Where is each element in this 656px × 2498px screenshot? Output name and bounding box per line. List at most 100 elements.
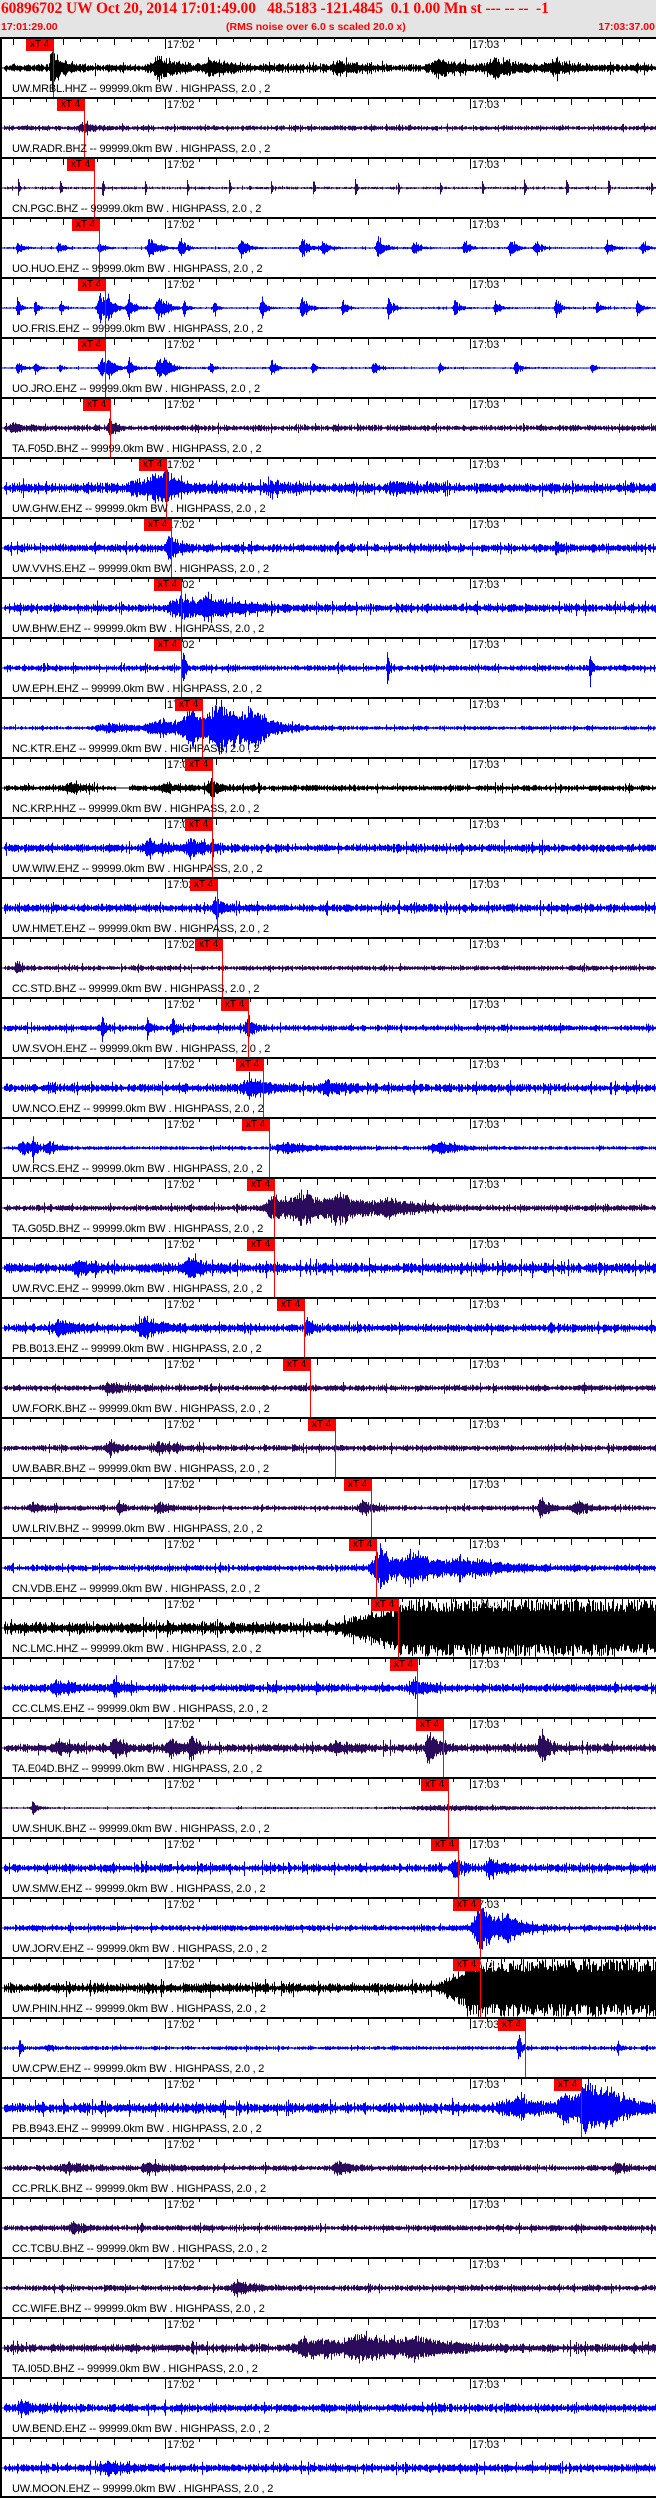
trace-panel: 17:02 17:03 xT 4 UW.RADR.BHZ -- 99999.0km B… [2, 97, 656, 158]
pick-marker[interactable]: xT 4 [308, 1419, 335, 1431]
pick-marker[interactable]: xT 4 [283, 1359, 310, 1371]
waveform-trace [2, 1381, 656, 1396]
pick-marker[interactable]: xT 4 [83, 399, 110, 411]
waveform-trace [2, 2221, 656, 2235]
pick-marker[interactable]: xT 4 [498, 2019, 525, 2031]
trace-panel: 17:02 17:03 TA.I05D.BHZ -- 99999.0km BW . … [2, 2317, 656, 2377]
trace-panel: 17:02 17:03 xT 4 UO.HUO.EHZ -- 99999.0km BW… [2, 217, 656, 278]
minute-label: 17:02 [166, 2319, 195, 2331]
minute-label: 17:02 [166, 2019, 195, 2031]
waveform-trace [2, 1728, 656, 1764]
pick-marker[interactable]: xT 4 [431, 1839, 458, 1851]
minute-label: 17:03 [471, 459, 500, 471]
pick-marker[interactable]: xT 4 [416, 1719, 443, 1731]
pick-marker[interactable]: xT 4 [57, 99, 84, 111]
pick-marker[interactable]: xT 4 [247, 1179, 274, 1191]
pick-marker[interactable]: xT 4 [221, 999, 248, 1011]
waveform-trace [2, 896, 656, 920]
minute-label: 17:02 [166, 999, 195, 1011]
pick-marker[interactable]: xT 4 [78, 339, 105, 351]
waveform-trace [2, 1253, 656, 1279]
station-label: CC.CLMS.EHZ -- 99999.0km BW . HIGHPASS, … [12, 1703, 268, 1715]
minute-label: 17:03 [471, 2259, 500, 2271]
minute-label: 17:02 [166, 2259, 195, 2271]
minute-label: 17:03 [471, 1059, 500, 1071]
pick-marker[interactable]: xT 4 [236, 1059, 263, 1071]
minute-label: 17:02 [166, 1179, 195, 1191]
station-label: UO.FRIS.EHZ -- 99999.0km BW . HIGHPASS, … [12, 323, 263, 335]
pick-marker[interactable]: xT 4 [144, 519, 171, 531]
station-label: UW.JORV.EHZ -- 99999.0km BW . HIGHPASS, … [12, 1943, 268, 1955]
station-label: UW.MOON.EHZ -- 99999.0km BW . HIGHPASS, … [12, 2483, 274, 2495]
minute-label: 17:03 [471, 2079, 500, 2091]
station-label: UW.LRIV.BHZ -- 99999.0km BW . HIGHPASS, … [12, 1523, 263, 1535]
trace-panel: 17:02 17:03 xT 4 NC.LMC.HHZ -- 99999.0km BW… [2, 1597, 656, 1658]
station-label: UW.SHUK.BHZ -- 99999.0km BW . HIGHPASS, … [12, 1823, 270, 1835]
station-label: UW.CPW.EHZ -- 99999.0km BW . HIGHPASS, 2… [12, 2063, 265, 2075]
pick-marker[interactable]: xT 4 [247, 1239, 274, 1251]
pick-marker[interactable]: xT 4 [185, 759, 212, 771]
pick-marker[interactable]: xT 4 [72, 219, 99, 231]
start-time: 17:01:29.00 [1, 21, 58, 33]
trace-panel: 17:02 17:03 xT 4 CN.PGC.BHZ -- 99999.0km BW… [2, 157, 656, 218]
pick-marker[interactable]: xT 4 [277, 1299, 304, 1311]
scaling-note: (RMS noise over 6.0 s scaled 20.0 x) [226, 21, 406, 33]
station-label: UO.JRO.EHZ -- 99999.0km BW . HIGHPASS, 2… [12, 383, 260, 395]
pick-marker[interactable]: xT 4 [371, 1599, 398, 1611]
minute-label: 17:02 [166, 2079, 195, 2091]
minute-label: 17:03 [471, 1179, 500, 1191]
trace-panel: 17:02 17:03 xT 4 PB.B013.EHZ -- 99999.0km B… [2, 1297, 656, 1358]
minute-label: 17:02 [166, 339, 195, 351]
station-label: NC.KRP.HHZ -- 99999.0km BW . HIGHPASS, 2… [12, 803, 260, 815]
trace-panel: 17:02 17:03 xT 4 NC.KRP.HHZ -- 99999.0km BW… [2, 757, 656, 818]
pick-marker[interactable]: xT 4 [349, 1539, 376, 1551]
minute-label: 17:03 [471, 2139, 500, 2151]
pick-marker[interactable]: xT 4 [453, 1899, 480, 1911]
station-label: CC.WIFE.BHZ -- 99999.0km BW . HIGHPASS, … [12, 2303, 265, 2315]
pick-marker[interactable]: xT 4 [190, 879, 217, 891]
pick-marker[interactable]: xT 4 [242, 1119, 269, 1131]
pick-marker[interactable]: xT 4 [453, 1959, 480, 1971]
pick-marker[interactable]: xT 4 [554, 2079, 581, 2091]
minute-label: 17:03 [471, 579, 500, 591]
minute-label: 17:02 [166, 99, 195, 111]
minute-label: 17:03 [471, 999, 500, 1011]
pick-marker[interactable]: xT 4 [195, 939, 222, 951]
pick-marker[interactable]: xT 4 [175, 699, 202, 711]
waveform-trace [2, 1071, 656, 1100]
waveform-trace [2, 1857, 656, 1880]
trace-panel: 17:02 17:03 xT 4 UW.HMET.EHZ -- 99999.0km B… [2, 877, 656, 938]
pick-marker[interactable]: xT 4 [67, 159, 94, 171]
station-label: PB.B013.EHZ -- 99999.0km BW . HIGHPASS, … [12, 1343, 262, 1355]
minute-label: 17:02 [166, 1299, 195, 1311]
minute-label: 17:03 [471, 1239, 500, 1251]
trace-panel: 17:02 17:03 UW.BEND.EHZ -- 99999.0km BW . … [2, 2377, 656, 2437]
pick-marker[interactable]: xT 4 [154, 639, 181, 651]
pick-marker[interactable]: xT 4 [154, 579, 181, 591]
minute-label: 17:02 [166, 39, 195, 51]
pick-marker[interactable]: xT 4 [26, 39, 53, 51]
minute-label: 17:02 [166, 1479, 195, 1491]
station-label: CC.TCBU.BHZ -- 99999.0km BW . HIGHPASS, … [12, 2243, 268, 2255]
minute-label: 17:02 [166, 1539, 195, 1551]
pick-marker[interactable]: xT 4 [78, 279, 105, 291]
trace-panel: 17:02 17:03 xT 4 UW.VVHS.EHZ -- 99999.0km B… [2, 517, 656, 578]
trace-panel: 17:02 17:03 xT 4 UW.CPW.EHZ -- 99999.0km BW… [2, 2017, 656, 2078]
waveform-trace [2, 652, 656, 688]
pick-marker[interactable]: xT 4 [390, 1659, 417, 1671]
station-label: UW.FORK.BHZ -- 99999.0km BW . HIGHPASS, … [12, 1403, 270, 1415]
trace-panel: 17:02 17:03 CC.TCBU.BHZ -- 99999.0km BW . … [2, 2197, 656, 2257]
trace-panel: 17:02 17:03 xT 4 UW.PHIN.HHZ -- 99999.0km B… [2, 1957, 656, 2018]
waveform-trace [2, 469, 656, 504]
pick-marker[interactable]: xT 4 [421, 1779, 448, 1791]
station-label: UW.SMW.EHZ -- 99999.0km BW . HIGHPASS, 2… [12, 1883, 266, 1895]
pick-marker[interactable]: xT 4 [139, 459, 166, 471]
pick-marker[interactable]: xT 4 [344, 1479, 371, 1491]
minute-label: 17:02 [166, 1059, 195, 1071]
station-label: UW.SVOH.EHZ -- 99999.0km BW . HIGHPASS, … [12, 1043, 271, 1055]
trace-panel: 17:02 17:03 xT 4 UW.SVOH.EHZ -- 99999.0km B… [2, 997, 656, 1058]
minute-label: 17:02 [166, 1839, 195, 1851]
pick-marker[interactable]: xT 4 [185, 819, 212, 831]
minute-label: 17:03 [471, 1719, 500, 1731]
minute-label: 17:03 [471, 639, 500, 651]
